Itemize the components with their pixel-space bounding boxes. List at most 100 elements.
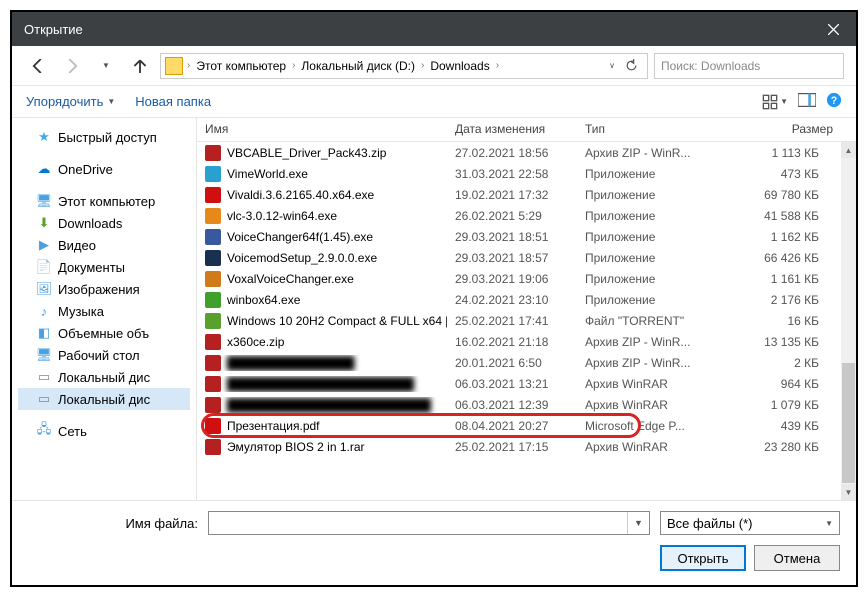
file-date: 20.01.2021 6:50 bbox=[447, 356, 577, 370]
file-row[interactable]: VimeWorld.exe31.03.2021 22:58Приложение4… bbox=[197, 163, 841, 184]
file-row[interactable]: Эмулятор BIOS 2 in 1.rar25.02.2021 17:15… bbox=[197, 436, 841, 457]
tree-onedrive[interactable]: ☁OneDrive bbox=[18, 158, 190, 180]
preview-pane-button[interactable] bbox=[798, 93, 816, 110]
tree-disk-d[interactable]: ▭Локальный дис bbox=[18, 388, 190, 410]
file-row[interactable]: ████████████████████████06.03.2021 12:39… bbox=[197, 394, 841, 415]
close-button[interactable] bbox=[810, 12, 856, 46]
breadcrumb[interactable]: Downloads bbox=[428, 59, 491, 73]
back-button[interactable] bbox=[24, 52, 52, 80]
recent-dropdown[interactable]: ▼ bbox=[92, 52, 120, 80]
file-type: Архив WinRAR bbox=[577, 440, 727, 454]
file-size: 2 176 КБ bbox=[727, 293, 841, 307]
chevron-right-icon: › bbox=[187, 60, 190, 71]
organize-menu[interactable]: Упорядочить ▼ bbox=[26, 94, 115, 109]
filename-field[interactable] bbox=[209, 512, 627, 534]
tree-music[interactable]: ♪Музыка bbox=[18, 300, 190, 322]
arrow-right-icon bbox=[65, 59, 79, 73]
file-type: Архив ZIP - WinR... bbox=[577, 146, 727, 160]
filename-dropdown[interactable]: ▼ bbox=[627, 512, 649, 534]
file-row[interactable]: x360ce.zip16.02.2021 21:18Архив ZIP - Wi… bbox=[197, 331, 841, 352]
file-date: 26.02.2021 5:29 bbox=[447, 209, 577, 223]
open-button[interactable]: Открыть bbox=[660, 545, 746, 571]
file-name: Презентация.pdf bbox=[227, 419, 320, 433]
column-headers[interactable]: Имя Дата изменения Тип Размер bbox=[197, 118, 856, 142]
tree-this-pc[interactable]: 🖥Этот компьютер bbox=[18, 190, 190, 212]
network-icon: 🖧 bbox=[36, 423, 52, 439]
file-row[interactable]: VBCABLE_Driver_Pack43.zip27.02.2021 18:5… bbox=[197, 142, 841, 163]
col-type[interactable]: Тип bbox=[577, 118, 727, 141]
file-name: x360ce.zip bbox=[227, 335, 284, 349]
file-row[interactable]: VoiceChanger64f(1.45).exe29.03.2021 18:5… bbox=[197, 226, 841, 247]
address-dropdown[interactable]: ∨ bbox=[609, 61, 615, 70]
search-placeholder: Поиск: Downloads bbox=[661, 59, 760, 73]
refresh-button[interactable] bbox=[619, 59, 643, 72]
video-icon: ▶ bbox=[36, 237, 52, 253]
download-icon: ⬇ bbox=[36, 215, 52, 231]
tree-video[interactable]: ▶Видео bbox=[18, 234, 190, 256]
chevron-down-icon: ▼ bbox=[102, 61, 110, 70]
up-button[interactable] bbox=[126, 52, 154, 80]
tree-quick-access[interactable]: ★Быстрый доступ bbox=[18, 126, 190, 148]
nav-tree[interactable]: ★Быстрый доступ ☁OneDrive 🖥Этот компьюте… bbox=[12, 118, 197, 500]
music-icon: ♪ bbox=[36, 303, 52, 319]
file-row[interactable]: Vivaldi.3.6.2165.40.x64.exe19.02.2021 17… bbox=[197, 184, 841, 205]
file-size: 23 280 КБ bbox=[727, 440, 841, 454]
filetype-filter[interactable]: Все файлы (*) ▼ bbox=[660, 511, 840, 535]
image-icon: 🖼 bbox=[36, 281, 52, 297]
breadcrumb[interactable]: Этот компьютер bbox=[194, 59, 288, 73]
tree-images[interactable]: 🖼Изображения bbox=[18, 278, 190, 300]
address-bar[interactable]: › Этот компьютер › Локальный диск (D:) ›… bbox=[160, 53, 648, 79]
cancel-button[interactable]: Отмена bbox=[754, 545, 840, 571]
file-date: 24.02.2021 23:10 bbox=[447, 293, 577, 307]
bottom-panel: Имя файла: ▼ Все файлы (*) ▼ Открыть Отм… bbox=[12, 500, 856, 585]
scroll-down-button[interactable]: ▼ bbox=[841, 484, 856, 500]
file-date: 29.03.2021 19:06 bbox=[447, 272, 577, 286]
file-row[interactable]: Презентация.pdf08.04.2021 20:27Microsoft… bbox=[197, 415, 841, 436]
file-type: Архив WinRAR bbox=[577, 377, 727, 391]
tree-3d[interactable]: ◧Объемные объ bbox=[18, 322, 190, 344]
file-size: 964 КБ bbox=[727, 377, 841, 391]
file-row[interactable]: vlc-3.0.12-win64.exe26.02.2021 5:29Прило… bbox=[197, 205, 841, 226]
file-name: ███████████████ bbox=[227, 356, 355, 370]
view-menu[interactable]: ▼ bbox=[762, 94, 788, 110]
file-row[interactable]: Windows 10 20H2 Compact & FULL x64 [...2… bbox=[197, 310, 841, 331]
help-button[interactable]: ? bbox=[826, 92, 842, 111]
chevron-down-icon: ▼ bbox=[825, 519, 833, 528]
tree-desktop[interactable]: 🖥Рабочий стол bbox=[18, 344, 190, 366]
new-folder-button[interactable]: Новая папка bbox=[135, 94, 211, 109]
file-type: Архив WinRAR bbox=[577, 398, 727, 412]
tree-documents[interactable]: 📄Документы bbox=[18, 256, 190, 278]
breadcrumb[interactable]: Локальный диск (D:) bbox=[299, 59, 417, 73]
filename-input[interactable]: ▼ bbox=[208, 511, 650, 535]
star-icon: ★ bbox=[36, 129, 52, 145]
drive-icon: ▭ bbox=[36, 369, 52, 385]
col-date[interactable]: Дата изменения bbox=[447, 118, 577, 141]
file-size: 2 КБ bbox=[727, 356, 841, 370]
tree-downloads[interactable]: ⬇Downloads bbox=[18, 212, 190, 234]
scrollbar[interactable]: ▲ ▼ bbox=[841, 142, 856, 500]
file-row[interactable]: ██████████████████████06.03.2021 13:21Ар… bbox=[197, 373, 841, 394]
forward-button[interactable] bbox=[58, 52, 86, 80]
scroll-up-button[interactable]: ▲ bbox=[841, 142, 856, 158]
search-box[interactable]: Поиск: Downloads bbox=[654, 53, 844, 79]
chevron-right-icon: › bbox=[292, 60, 295, 71]
file-row[interactable]: VoicemodSetup_2.9.0.0.exe29.03.2021 18:5… bbox=[197, 247, 841, 268]
file-name: VoxalVoiceChanger.exe bbox=[227, 272, 354, 286]
file-name: Эмулятор BIOS 2 in 1.rar bbox=[227, 440, 365, 454]
command-bar: Упорядочить ▼ Новая папка ▼ ? bbox=[12, 86, 856, 118]
file-row[interactable]: VoxalVoiceChanger.exe29.03.2021 19:06При… bbox=[197, 268, 841, 289]
col-name[interactable]: Имя bbox=[197, 118, 447, 141]
pc-icon: 🖥 bbox=[36, 193, 52, 209]
file-date: 29.03.2021 18:57 bbox=[447, 251, 577, 265]
dialog-window: Открытие ▼ › Этот компьютер › Локальный … bbox=[10, 10, 858, 587]
file-rows[interactable]: VBCABLE_Driver_Pack43.zip27.02.2021 18:5… bbox=[197, 142, 841, 500]
file-date: 29.03.2021 18:51 bbox=[447, 230, 577, 244]
titlebar: Открытие bbox=[12, 12, 856, 46]
tree-network[interactable]: 🖧Сеть bbox=[18, 420, 190, 442]
file-row[interactable]: winbox64.exe24.02.2021 23:10Приложение2 … bbox=[197, 289, 841, 310]
tree-disk-c[interactable]: ▭Локальный дис bbox=[18, 366, 190, 388]
scroll-thumb[interactable] bbox=[842, 363, 855, 483]
file-size: 69 780 КБ bbox=[727, 188, 841, 202]
col-size[interactable]: Размер bbox=[727, 118, 856, 141]
file-row[interactable]: ███████████████20.01.2021 6:50Архив ZIP … bbox=[197, 352, 841, 373]
